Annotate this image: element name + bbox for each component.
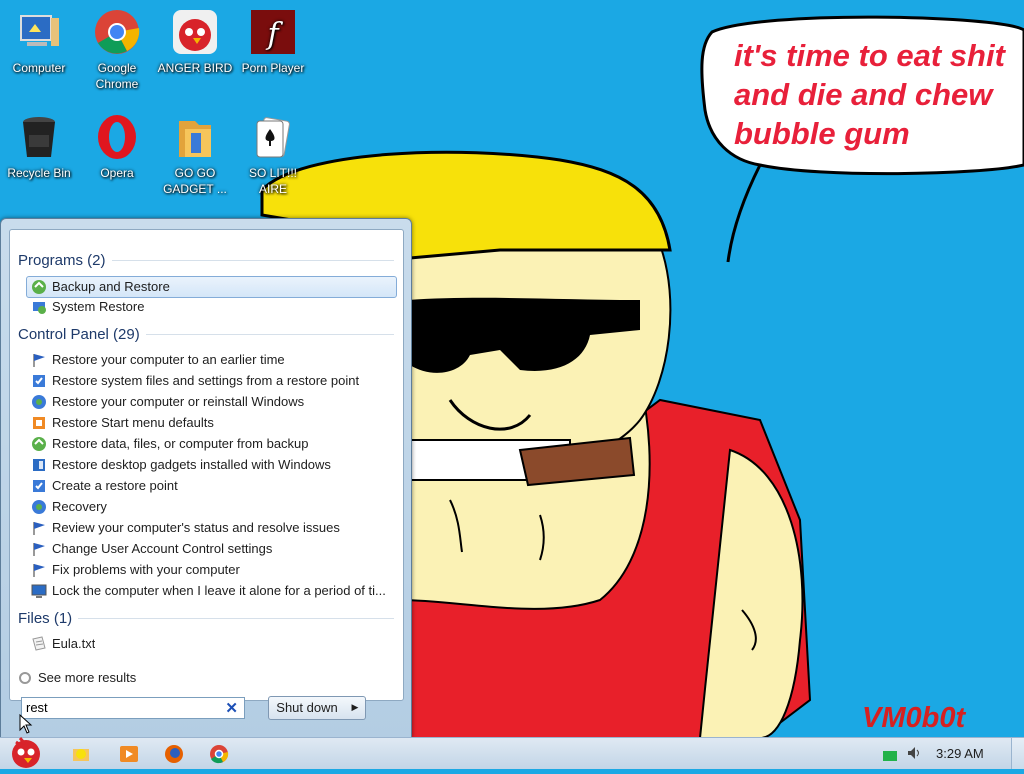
group-header-control-panel[interactable]: Control Panel (29) xyxy=(18,326,394,343)
wallpaper-signature: VM0b0t xyxy=(862,702,966,734)
system-settings-icon xyxy=(31,373,47,389)
mouse-cursor-icon xyxy=(19,714,33,734)
search-input[interactable] xyxy=(26,699,216,715)
result-review-status[interactable]: Review your computer's status and resolv… xyxy=(27,518,396,538)
start-menu-icon xyxy=(31,415,47,431)
result-lock-computer[interactable]: Lock the computer when I leave it alone … xyxy=(27,581,396,601)
taskbar: 3:29 AM xyxy=(0,737,1024,769)
desktop-icon-recycle-bin[interactable]: Recycle Bin xyxy=(1,107,77,181)
result-system-restore[interactable]: System Restore xyxy=(27,297,396,317)
result-eula-txt[interactable]: Eula.txt xyxy=(27,634,396,654)
folder-icon xyxy=(171,113,219,161)
taskbar-explorer-button[interactable] xyxy=(70,743,92,765)
flag-icon xyxy=(31,520,47,536)
search-icon xyxy=(18,671,32,685)
flag-icon xyxy=(31,541,47,557)
start-search-box[interactable]: ✕ xyxy=(21,697,245,719)
flag-icon xyxy=(31,352,47,368)
chrome-icon xyxy=(93,8,141,56)
angry-bird-icon xyxy=(171,8,219,56)
taskbar-chrome-button[interactable] xyxy=(208,743,230,765)
media-player-icon xyxy=(120,746,138,762)
chevron-right-icon: ▶ xyxy=(351,703,359,713)
recovery-icon xyxy=(31,394,47,410)
system-restore-icon xyxy=(31,299,47,315)
opera-icon xyxy=(93,113,141,161)
result-restore-reinstall-windows[interactable]: Restore your computer or reinstall Windo… xyxy=(27,392,396,412)
shut-down-button[interactable]: Shut down xyxy=(268,696,346,720)
clear-search-icon[interactable]: ✕ xyxy=(225,699,238,717)
desktop-icon-computer[interactable]: Computer xyxy=(1,2,77,76)
shut-down-options-button[interactable]: ▶ xyxy=(345,696,366,720)
monitor-icon xyxy=(31,583,47,599)
recovery-icon xyxy=(31,499,47,515)
result-restore-system-files[interactable]: Restore system files and settings from a… xyxy=(27,371,396,391)
see-more-results[interactable]: See more results xyxy=(18,670,136,685)
taskbar-media-player-button[interactable] xyxy=(118,743,140,765)
angry-bird-icon xyxy=(12,737,40,768)
start-menu: Programs (2) Backup and Restore System R… xyxy=(0,218,412,738)
flag-icon xyxy=(31,562,47,578)
search-results-pane: Programs (2) Backup and Restore System R… xyxy=(9,229,404,701)
backup-restore-icon xyxy=(31,279,47,295)
taskbar-firefox-button[interactable] xyxy=(163,743,185,765)
desktop-icon-porn-player[interactable]: f Porn Player xyxy=(235,2,311,76)
taskbar-clock[interactable]: 3:29 AM xyxy=(936,746,984,761)
flash-player-icon: f xyxy=(249,8,297,56)
volume-icon[interactable] xyxy=(906,745,922,761)
result-restore-start-menu[interactable]: Restore Start menu defaults xyxy=(27,413,396,433)
group-header-files[interactable]: Files (1) xyxy=(18,610,394,627)
speech-bubble-tail xyxy=(726,164,762,263)
text-file-icon xyxy=(31,636,47,652)
speech-bubble-text: it's time to eat shit and die and chew b… xyxy=(734,38,1005,151)
group-header-programs[interactable]: Programs (2) xyxy=(18,252,394,269)
start-button[interactable] xyxy=(6,732,46,770)
recycle-bin-icon xyxy=(15,113,63,161)
desktop-icon-opera[interactable]: Opera xyxy=(79,107,155,181)
result-restore-desktop-gadgets[interactable]: Restore desktop gadgets installed with W… xyxy=(27,455,396,475)
system-settings-icon xyxy=(31,478,47,494)
desktop-icon-chrome[interactable]: Google Chrome xyxy=(79,2,155,92)
result-restore-data-files[interactable]: Restore data, files, or computer from ba… xyxy=(27,434,396,454)
result-fix-problems[interactable]: Fix problems with your computer xyxy=(27,560,396,580)
firefox-icon xyxy=(165,745,183,763)
solitaire-icon xyxy=(249,113,297,161)
desktop-icon-go-go-gadget[interactable]: GO GO GADGET ... xyxy=(157,107,233,197)
desktop-icon-solitaire[interactable]: SO LIT!!! AIRE xyxy=(235,107,311,197)
folder-icon xyxy=(73,749,89,761)
result-restore-earlier-time[interactable]: Restore your computer to an earlier time xyxy=(27,350,396,370)
chrome-icon xyxy=(210,745,229,764)
result-backup-and-restore[interactable]: Backup and Restore xyxy=(26,276,397,298)
computer-icon xyxy=(15,8,63,56)
gadgets-icon xyxy=(31,457,47,473)
result-recovery[interactable]: Recovery xyxy=(27,497,396,517)
show-desktop-button[interactable] xyxy=(1011,738,1024,769)
network-icon[interactable] xyxy=(883,747,897,761)
result-change-uac[interactable]: Change User Account Control settings xyxy=(27,539,396,559)
backup-restore-icon xyxy=(31,436,47,452)
desktop-icon-anger-bird[interactable]: ANGER BIRD xyxy=(157,2,233,76)
result-create-restore-point[interactable]: Create a restore point xyxy=(27,476,396,496)
